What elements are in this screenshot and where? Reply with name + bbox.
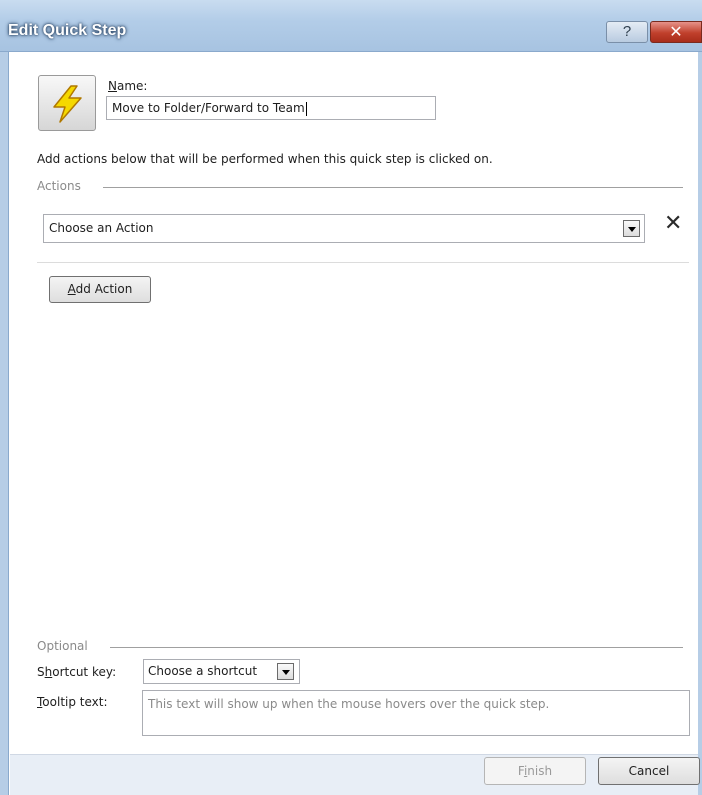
name-input-value: Move to Folder/Forward to Team [112,101,305,115]
close-button[interactable]: ✕ [650,21,702,43]
add-action-button[interactable]: Add Action [49,276,151,303]
title-bar: Edit Quick Step ? ✕ [0,0,702,52]
chevron-down-icon [628,227,636,232]
tooltip-text-input[interactable]: This text will show up when the mouse ho… [142,690,690,736]
shortcut-key-label: Shortcut key: [37,665,117,679]
optional-section-label: Optional [37,639,88,653]
window-title: Edit Quick Step [8,22,127,39]
window-frame-right [698,52,702,795]
shortcut-dropdown-value: Choose a shortcut [148,664,258,678]
action-dropdown-value: Choose an Action [49,221,154,235]
quick-step-icon-button[interactable] [38,75,96,131]
name-label: Name: [108,79,148,93]
cancel-button[interactable]: Cancel [598,757,700,785]
lightning-icon [53,85,82,123]
actions-section-label: Actions [37,179,81,193]
action-dropdown[interactable]: Choose an Action [43,214,645,243]
name-input[interactable]: Move to Folder/Forward to Team [106,96,436,120]
shortcut-dropdown-button[interactable] [277,663,294,680]
window-frame-left [0,52,9,795]
actions-section-divider [103,187,683,188]
remove-action-icon[interactable]: ✕ [664,212,682,236]
chevron-down-icon [282,670,290,675]
action-dropdown-button[interactable] [623,220,640,237]
finish-button[interactable]: Finish [484,757,586,785]
tooltip-text-label: Tooltip text: [37,695,108,709]
text-caret [305,101,307,116]
dialog-footer [10,754,698,795]
help-button[interactable]: ? [606,21,648,43]
actions-divider [37,262,689,263]
shortcut-dropdown[interactable]: Choose a shortcut [143,659,300,684]
actions-description: Add actions below that will be performed… [37,152,493,166]
optional-section-divider [110,647,683,648]
